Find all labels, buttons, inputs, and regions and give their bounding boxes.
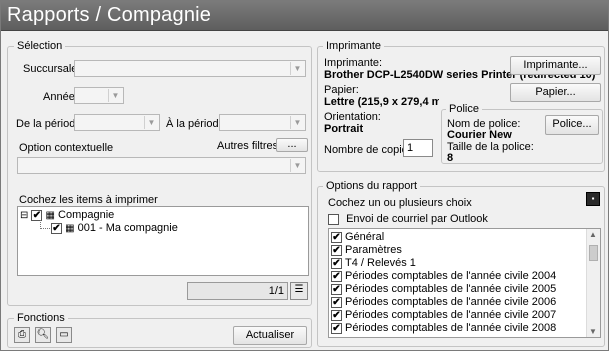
option-item-label: Périodes comptables de l'année civile 20… <box>345 283 557 295</box>
checkbox-checked-icon[interactable]: ✔ <box>331 322 342 334</box>
checkbox-checked-icon[interactable]: ✔ <box>331 270 342 282</box>
checkbox-checked-icon[interactable]: ✔ <box>331 309 342 321</box>
option-item[interactable]: ✔ Périodes comptables de l'année civile 2… <box>331 296 556 309</box>
report-window: Rapports / Compagnie Sélection Succursal… <box>0 0 609 351</box>
police-taille-label: Taille de la police: <box>447 141 534 153</box>
a-periode-label: À la période <box>166 118 225 130</box>
courriel-label: Envoi de courriel par Outlook <box>346 213 488 225</box>
chevron-down-icon: ▼ <box>290 62 304 75</box>
option-item-label: Général <box>345 231 385 243</box>
pager-box: 1/1 <box>187 282 288 300</box>
checkbox-checked-icon[interactable]: ✔ <box>51 222 62 234</box>
grid-icon: ▦ <box>65 223 75 234</box>
save-icon[interactable]: ▪ <box>586 192 600 206</box>
option-item-label: Périodes comptables de l'année civile 20… <box>345 270 557 282</box>
papier-value: Lettre (215,9 x 279,4 mm) <box>324 96 439 108</box>
option-item-label: Paramètres <box>345 244 402 256</box>
tree-connector <box>40 220 50 229</box>
items-tree: ⊟ ✔ ▦ Compagnie ✔ ▦ 001 - Ma compagnie <box>17 206 309 276</box>
option-item[interactable]: ✔ T4 / Relevés 1 <box>331 257 416 270</box>
scroll-up-icon[interactable]: ▲ <box>589 230 597 239</box>
chevron-down-icon: ▼ <box>290 159 304 172</box>
option-item[interactable]: ✔ Périodes comptables de l'année civile 2… <box>331 309 556 322</box>
tree-node-label: 001 - Ma compagnie <box>77 222 178 234</box>
autres-filtres-label: Autres filtres <box>217 140 279 152</box>
copies-input[interactable]: 1 <box>403 139 433 157</box>
autres-filtres-button[interactable]: ... <box>276 138 308 152</box>
checkbox-checked-icon[interactable]: ✔ <box>331 231 342 243</box>
police-nom-value: Courier New <box>447 129 512 141</box>
options-list: ✔ Général ✔ Paramètres ✔ T4 / Relevés 1 ✔ Pério… <box>328 228 601 338</box>
option-item[interactable]: ✔ Périodes comptables de l'année civile 2… <box>331 322 556 335</box>
pager-value: 1/1 <box>268 285 284 297</box>
de-periode-label: De la période <box>16 118 82 130</box>
imprimante-legend: Imprimante <box>323 40 385 52</box>
tree-node-compagnie[interactable]: ⊟ ✔ ▦ Compagnie <box>20 209 114 222</box>
items-label: Cochez les items à imprimer <box>19 194 158 206</box>
checkbox-checked-icon[interactable]: ✔ <box>331 296 342 308</box>
checkbox-icon[interactable] <box>328 213 339 225</box>
title-bar: Rapports / Compagnie <box>1 1 608 31</box>
checkbox-checked-icon[interactable]: ✔ <box>31 209 43 221</box>
option-contextuelle-combo[interactable]: ▼ <box>17 157 306 174</box>
actualiser-button[interactable]: Actualiser <box>233 326 307 345</box>
police-button[interactable]: Police... <box>545 115 599 135</box>
filter-list-icon[interactable]: ☰ <box>290 282 308 300</box>
imprimante-button[interactable]: Imprimante... <box>510 56 601 75</box>
annee-label: Année <box>43 91 75 103</box>
option-item-label: Périodes comptables de l'année civile 20… <box>345 322 557 334</box>
printer-icon[interactable]: ⎙ <box>14 327 30 343</box>
copies-value: 1 <box>407 142 414 154</box>
option-item-label: Périodes comptables de l'année civile 20… <box>345 296 557 308</box>
police-legend: Police <box>446 103 482 115</box>
option-item[interactable]: ✔ Général <box>331 231 384 244</box>
window-title: Rapports / Compagnie <box>7 4 212 26</box>
tree-node-label: Compagnie <box>58 209 115 221</box>
export-icon[interactable]: ▭ <box>56 327 72 343</box>
succursale-label: Succursale <box>23 63 78 75</box>
chevron-down-icon: ▼ <box>144 116 158 129</box>
checkbox-checked-icon[interactable]: ✔ <box>331 257 342 269</box>
checkbox-checked-icon[interactable]: ✔ <box>331 283 342 295</box>
selection-legend: Sélection <box>14 40 66 52</box>
imprimante-label: Imprimante: <box>324 57 383 69</box>
preview-icon[interactable]: 🔍︎ <box>35 327 51 343</box>
orientation-label: Orientation: <box>324 111 381 123</box>
chevron-down-icon: ▼ <box>290 116 304 129</box>
option-item-label: Périodes comptables de l'année civile 20… <box>345 309 557 321</box>
chevron-down-icon: ▼ <box>108 89 122 102</box>
fonctions-legend: Fonctions <box>14 312 68 324</box>
scroll-down-icon[interactable]: ▼ <box>589 327 597 336</box>
options-hint: Cochez un ou plusieurs choix <box>328 197 472 209</box>
papier-label: Papier: <box>324 84 359 96</box>
option-item[interactable]: ✔ Périodes comptables de l'année civile 2… <box>331 270 556 283</box>
a-periode-combo[interactable]: ▼ <box>219 114 306 131</box>
option-item-label: T4 / Relevés 1 <box>345 257 416 269</box>
succursale-combo[interactable]: ▼ <box>74 60 306 77</box>
option-contextuelle-label: Option contextuelle <box>19 142 114 154</box>
tree-expander-icon[interactable]: ⊟ <box>20 210 28 221</box>
police-taille-value: 8 <box>447 152 454 164</box>
scrollbar-thumb[interactable] <box>589 245 598 261</box>
courriel-option[interactable]: Envoi de courriel par Outlook <box>328 213 488 225</box>
option-item[interactable]: ✔ Paramètres <box>331 244 402 257</box>
checkbox-checked-icon[interactable]: ✔ <box>331 244 342 256</box>
orientation-value: Portrait <box>324 123 364 135</box>
option-item[interactable]: ✔ Périodes comptables de l'année civile 2… <box>331 283 556 296</box>
de-periode-combo[interactable]: ▼ <box>74 114 160 131</box>
annee-combo[interactable]: ▼ <box>74 87 124 104</box>
scrollbar[interactable]: ▲ ▼ <box>586 229 600 337</box>
papier-button[interactable]: Papier... <box>510 83 601 102</box>
tree-node-ma-compagnie[interactable]: ✔ ▦ 001 - Ma compagnie <box>51 222 178 235</box>
options-legend: Options du rapport <box>323 180 421 192</box>
